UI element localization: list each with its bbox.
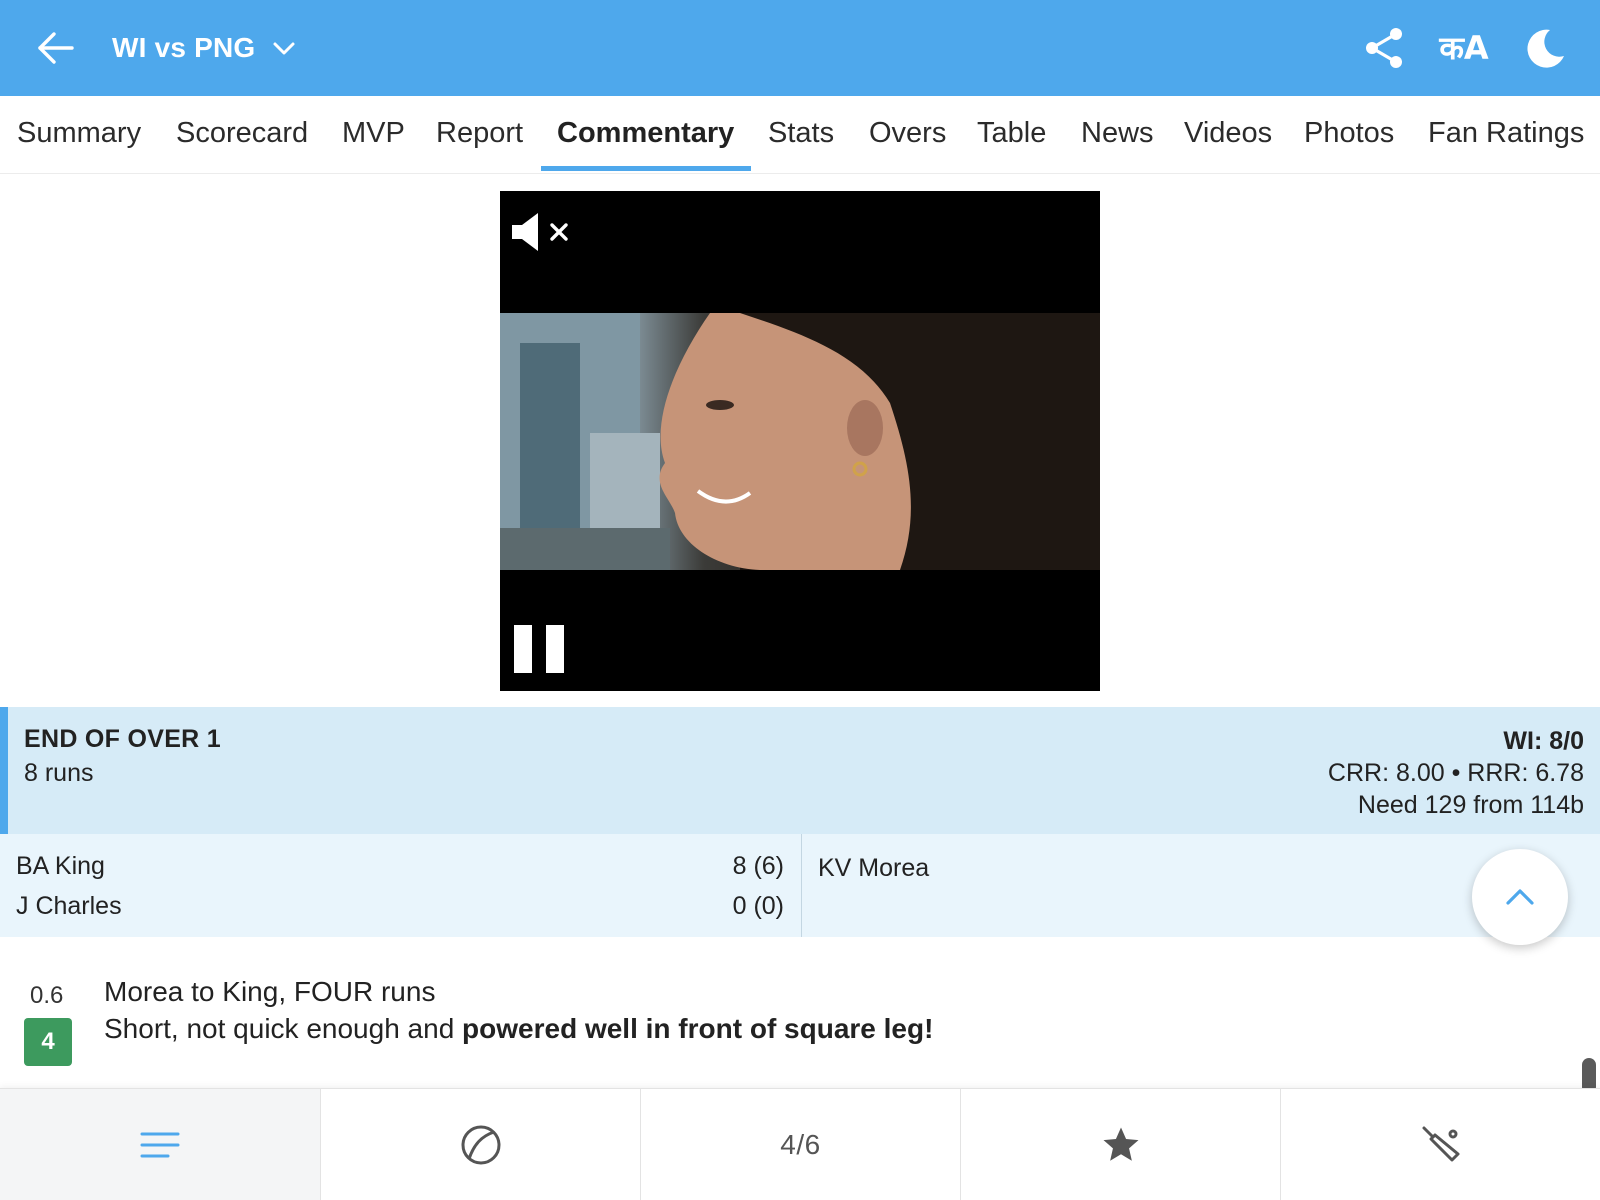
divider	[801, 834, 802, 937]
tab-overs[interactable]: Overs	[869, 96, 946, 174]
tab-photos[interactable]: Photos	[1304, 96, 1394, 174]
match-title: WI vs PNG	[112, 32, 256, 63]
scroll-to-top-button[interactable]	[1472, 849, 1568, 945]
over-runs: 8 runs	[24, 759, 94, 787]
over-summary: END OF OVER 1 8 runs WI: 8/0 CRR: 8.00 •…	[0, 707, 1600, 834]
commentary-text-bold: powered well in front of square leg!	[462, 1013, 934, 1044]
tab-bar: Summary Scorecard MVP Report Commentary …	[0, 96, 1600, 174]
bowler-name: KV Morea	[818, 854, 930, 882]
ball-icon	[461, 1125, 500, 1165]
pause-icon[interactable]	[512, 623, 566, 675]
menu-lines-icon	[140, 1132, 180, 1158]
chevron-up-icon	[1506, 889, 1534, 905]
language-toggle[interactable]: कA	[1438, 26, 1490, 70]
tab-table[interactable]: Table	[977, 96, 1046, 174]
tab-commentary[interactable]: Commentary	[557, 96, 734, 174]
back-arrow-icon[interactable]	[36, 28, 76, 68]
share-icon[interactable]	[1362, 26, 1406, 70]
cricket-bat-icon	[1422, 1126, 1459, 1162]
page: WI vs PNG कA Summary Scorecard MVP Repor…	[0, 0, 1600, 1200]
batter-name: J Charles	[16, 892, 122, 920]
tab-videos[interactable]: Videos	[1184, 96, 1272, 174]
batter-figures: 0 (0)	[732, 892, 784, 920]
tab-scorecard[interactable]: Scorecard	[176, 96, 308, 174]
batter-name: BA King	[16, 852, 105, 880]
bottom-nav-counter[interactable]: 4/6	[640, 1089, 960, 1200]
tab-report[interactable]: Report	[436, 96, 523, 174]
tab-mvp[interactable]: MVP	[342, 96, 405, 174]
bottom-nav-favourites[interactable]	[960, 1089, 1280, 1200]
match-selector[interactable]: WI vs PNG	[112, 28, 297, 68]
moon-icon[interactable]	[1522, 26, 1566, 70]
players-panel: BA King 8 (6) J Charles 0 (0) KV Morea -…	[0, 834, 1600, 937]
counter-label: 4/6	[780, 1129, 821, 1160]
runs-badge: 4	[24, 1018, 72, 1066]
run-rates: CRR: 8.00 • RRR: 6.78	[1327, 759, 1584, 787]
commentary-headline: Morea to King, FOUR runs	[104, 976, 436, 1007]
bottom-nav-batting[interactable]	[1280, 1089, 1600, 1200]
tab-fan-ratings[interactable]: Fan Ratings	[1428, 96, 1584, 174]
chevron-down-icon	[273, 42, 295, 55]
video-player[interactable]	[500, 191, 1100, 691]
video-frame	[500, 313, 1100, 570]
over-label: END OF OVER 1	[24, 725, 221, 753]
commentary-text-plain: Short, not quick enough and	[104, 1013, 463, 1044]
bottom-nav: 4/6	[0, 1088, 1600, 1200]
ball-number: 0.6	[30, 982, 64, 1009]
commentary-item: 0.6 4 Morea to King, FOUR runs Short, no…	[0, 960, 1600, 1080]
star-icon	[1103, 1127, 1138, 1161]
commentary-text: Short, not quick enough and powered well…	[104, 1013, 933, 1045]
app-bar: WI vs PNG कA	[0, 0, 1600, 96]
target-requirement: Need 129 from 114b	[1357, 791, 1584, 819]
over-score-block: WI: 8/0 CRR: 8.00 • RRR: 6.78 Need 129 f…	[1328, 725, 1584, 821]
batter-figures: 8 (6)	[732, 852, 784, 880]
active-tab-indicator	[541, 166, 751, 171]
bottom-nav-commentary[interactable]	[0, 1089, 320, 1200]
volume-muted-icon[interactable]	[510, 211, 574, 253]
tab-stats[interactable]: Stats	[768, 96, 834, 174]
tab-news[interactable]: News	[1081, 96, 1154, 174]
bottom-nav-ball[interactable]	[320, 1089, 640, 1200]
team-score: WI: 8/0	[1503, 727, 1584, 755]
tab-summary[interactable]: Summary	[17, 96, 141, 174]
